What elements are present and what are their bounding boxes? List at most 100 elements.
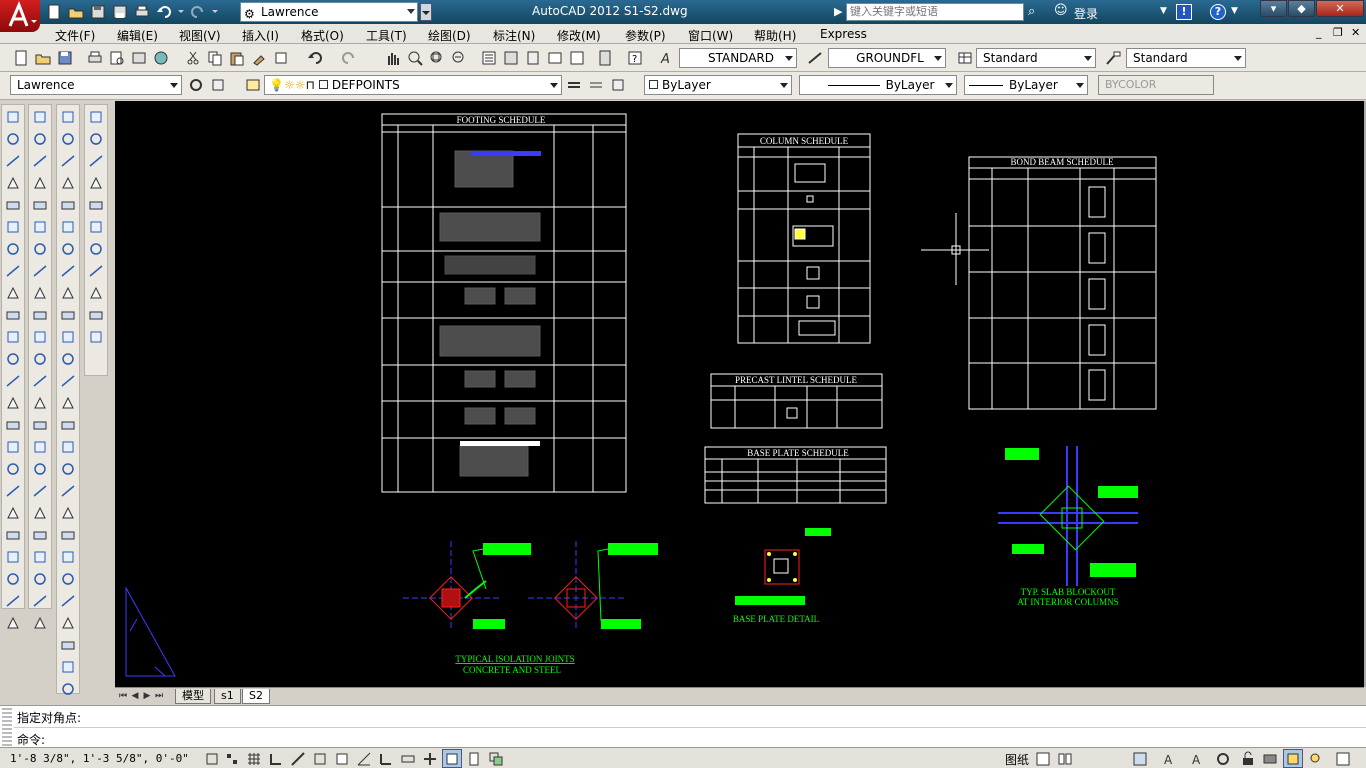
slice-icon[interactable] — [57, 436, 79, 457]
text-style-icon[interactable]: A — [656, 47, 678, 69]
osnap-tracking-icon[interactable] — [354, 749, 374, 768]
tab-model[interactable]: 模型 — [175, 689, 211, 704]
wipeout-icon[interactable] — [2, 590, 24, 611]
wedge-icon[interactable] — [57, 128, 79, 149]
extend-icon[interactable] — [29, 326, 51, 347]
walk-icon[interactable] — [57, 546, 79, 567]
chamfer-icon[interactable] — [29, 392, 51, 413]
table-icon[interactable] — [2, 480, 24, 501]
annotation-visibility-icon[interactable]: A — [1188, 749, 1208, 768]
extrude-icon[interactable] — [57, 260, 79, 281]
doc-minimize-icon[interactable]: _ — [1316, 26, 1322, 39]
line-icon[interactable] — [2, 106, 24, 127]
transparency-icon[interactable] — [442, 749, 462, 768]
color-dropdown[interactable]: ByLayer — [644, 75, 792, 95]
snap-mode-icon[interactable] — [222, 749, 242, 768]
revcloud-icon[interactable] — [2, 260, 24, 281]
box-icon[interactable] — [57, 106, 79, 127]
divide-icon[interactable] — [29, 502, 51, 523]
zoom-window-icon[interactable] — [426, 47, 448, 69]
steering-wheel-icon[interactable] — [57, 590, 79, 611]
circle-2-icon[interactable] — [2, 546, 24, 567]
rotate-icon[interactable] — [29, 238, 51, 259]
torus-3d-icon[interactable] — [57, 216, 79, 237]
menu-parametric[interactable]: 参数(P) — [625, 27, 666, 44]
redo-icon[interactable] — [188, 3, 208, 21]
clean-screen-icon[interactable] — [1333, 749, 1353, 768]
menu-express[interactable]: Express — [820, 27, 867, 41]
block-editor-icon[interactable] — [270, 47, 292, 69]
join-icon[interactable] — [29, 370, 51, 391]
save-icon[interactable] — [54, 47, 76, 69]
revolve-icon[interactable] — [57, 326, 79, 347]
user-icon[interactable]: ☺ — [1054, 3, 1068, 18]
undo-toolbar-icon[interactable] — [304, 47, 326, 69]
linetype-dropdown[interactable]: ByLayer — [799, 75, 957, 95]
spline-icon[interactable] — [2, 282, 24, 303]
circle-icon[interactable] — [2, 238, 24, 259]
restore-button[interactable]: ◆ — [1288, 0, 1315, 17]
command-window[interactable]: 指定对角点: 命令: — [0, 705, 1366, 747]
help-dropdown-icon[interactable]: ▼ — [1231, 6, 1238, 16]
copy-icon[interactable] — [29, 128, 51, 149]
menu-dimension[interactable]: 标注(N) — [493, 27, 535, 44]
doc-restore-icon[interactable]: ❐ — [1333, 26, 1343, 39]
multiline-text-icon[interactable] — [2, 502, 24, 523]
menu-insert[interactable]: 插入(I) — [242, 27, 279, 44]
workspace-select[interactable]: Lawrence — [10, 75, 182, 95]
scale-icon[interactable] — [29, 260, 51, 281]
quick-properties-icon[interactable] — [464, 749, 484, 768]
lengthen-icon[interactable] — [29, 458, 51, 479]
maximize-viewport-icon[interactable] — [1130, 749, 1150, 768]
quick-access-menu-icon[interactable] — [420, 3, 432, 21]
cylinder-icon[interactable] — [29, 590, 51, 611]
workspace-switching-icon[interactable] — [1213, 749, 1233, 768]
save-icon[interactable] — [88, 3, 108, 21]
workspace-settings-icon[interactable] — [185, 74, 207, 96]
grid-display-icon[interactable] — [244, 749, 264, 768]
menu-window[interactable]: 窗口(W) — [688, 27, 733, 44]
tab-s2[interactable]: S2 — [242, 689, 270, 704]
new-icon[interactable] — [10, 47, 32, 69]
selection-cycling-icon[interactable] — [486, 749, 506, 768]
table-style-icon[interactable] — [954, 47, 976, 69]
planar-surface-icon[interactable] — [57, 238, 79, 259]
point-icon[interactable] — [2, 392, 24, 413]
arc-icon[interactable] — [2, 216, 24, 237]
autocad-logo-button[interactable] — [0, 0, 40, 32]
menu-file[interactable]: 文件(F) — [55, 27, 95, 44]
first-tab-icon[interactable]: ⏮ — [118, 690, 128, 702]
lock-ui-icon[interactable] — [1238, 749, 1258, 768]
showmotion-icon[interactable] — [57, 612, 79, 633]
mleader-style-dropdown[interactable]: Standard — [1126, 48, 1246, 68]
stretch-icon[interactable] — [29, 282, 51, 303]
ortho-mode-icon[interactable] — [266, 749, 286, 768]
new-file-icon[interactable] — [44, 3, 64, 21]
edit-tool-icon[interactable] — [85, 282, 107, 303]
lightning-tool-icon[interactable] — [85, 238, 107, 259]
text-style-dropdown[interactable]: STANDARD — [679, 48, 797, 68]
zoom-previous-icon[interactable] — [448, 47, 470, 69]
tool-palettes-icon[interactable] — [522, 47, 544, 69]
undo-dropdown-icon[interactable] — [176, 3, 186, 21]
presspull-icon[interactable] — [57, 282, 79, 303]
undo-icon[interactable] — [154, 3, 174, 21]
sheet-set-icon[interactable] — [544, 47, 566, 69]
3d-dwf-icon[interactable] — [150, 47, 172, 69]
drawing-canvas[interactable]: FOOTING SCHEDULE COLUMN SCHEDULE BOND BE… — [115, 101, 1364, 687]
paste-icon[interactable] — [226, 47, 248, 69]
dim-style-dropdown[interactable]: GROUNDFL — [828, 48, 946, 68]
pan-icon[interactable] — [381, 47, 403, 69]
grid-tool-icon[interactable] — [85, 106, 107, 127]
union-icon[interactable] — [57, 370, 79, 391]
save-as-icon[interactable] — [110, 3, 130, 21]
break-icon[interactable] — [29, 348, 51, 369]
erase-attribute-icon[interactable] — [85, 216, 107, 237]
dim-style-icon[interactable] — [804, 47, 826, 69]
copy-icon[interactable] — [204, 47, 226, 69]
next-tab-icon[interactable]: ▶ — [142, 690, 152, 702]
gradient-icon[interactable] — [2, 436, 24, 457]
hardware-acceleration-icon[interactable] — [1260, 749, 1280, 768]
zoom-realtime-icon[interactable] — [404, 47, 426, 69]
helix-icon[interactable] — [2, 612, 24, 633]
